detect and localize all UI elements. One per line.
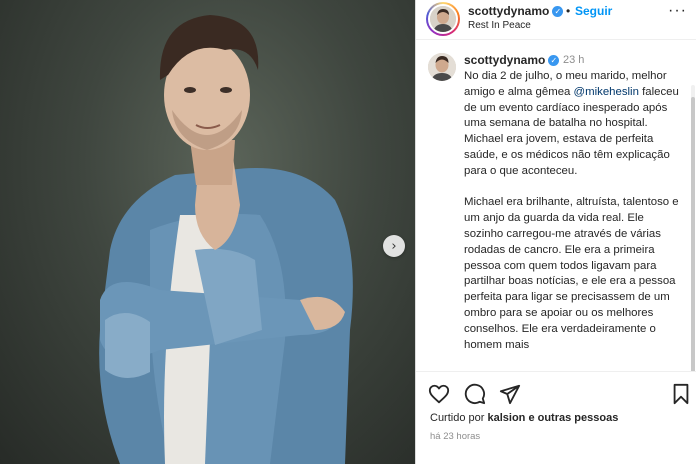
scrollbar-thumb[interactable] — [691, 97, 695, 371]
caption-avatar[interactable] — [428, 53, 456, 81]
comment-icon[interactable] — [464, 383, 486, 405]
caption-text: No dia 2 de julho, o meu marido, melhor … — [464, 69, 686, 369]
caption-scrollbar[interactable] — [691, 85, 695, 371]
liked-by-text: Curtido por kalsion e outras pessoas — [430, 412, 618, 424]
caption-username-row: scottydynamo ✓ — [464, 53, 560, 67]
post-photo[interactable]: › — [0, 0, 415, 464]
liked-by-prefix: Curtido por — [430, 412, 488, 424]
post-age[interactable]: há 23 horas — [430, 431, 480, 442]
verified-badge-icon: ✓ — [552, 6, 564, 18]
avatar — [428, 4, 458, 34]
chevron-right-icon: › — [391, 238, 397, 254]
follow-button[interactable]: Seguir — [575, 4, 612, 18]
caption-username[interactable]: scottydynamo — [464, 53, 545, 67]
header-username[interactable]: scottydynamo — [468, 4, 549, 18]
more-options-icon[interactable]: ··· — [668, 2, 687, 20]
post-header: scottydynamo ✓ • Seguir Rest In Peace ··· — [416, 0, 696, 40]
caption-paragraph-1: No dia 2 de julho, o meu marido, melhor … — [464, 69, 686, 180]
mention-link[interactable]: @mikeheslin — [574, 86, 639, 98]
post-side-panel: scottydynamo ✓ • Seguir Rest In Peace ···… — [415, 0, 696, 464]
action-bar: Curtido por kalsion e outras pessoas há … — [416, 371, 696, 464]
bookmark-icon[interactable] — [670, 383, 692, 405]
next-photo-button[interactable]: › — [383, 235, 405, 257]
liked-by-user[interactable]: kalsion — [487, 412, 525, 424]
heart-icon[interactable] — [428, 383, 450, 405]
header-subtitle[interactable]: Rest In Peace — [468, 20, 531, 31]
header-username-row: scottydynamo ✓ — [468, 4, 564, 18]
caption-paragraph-2: Michael era brilhante, altruísta, talent… — [464, 196, 679, 351]
caption-text-part: faleceu de um evento cardíaco inesperado… — [464, 85, 679, 177]
caption-time[interactable]: 23 h — [563, 54, 584, 66]
share-icon[interactable] — [499, 383, 521, 405]
man-portrait-illustration — [99, 15, 353, 464]
story-ring[interactable] — [426, 2, 460, 36]
verified-badge-icon: ✓ — [548, 55, 560, 67]
liked-by-others[interactable]: e outras pessoas — [525, 412, 618, 424]
separator-dot: • — [566, 4, 571, 18]
caption-area: scottydynamo ✓ 23 h No dia 2 de julho, o … — [416, 41, 696, 371]
